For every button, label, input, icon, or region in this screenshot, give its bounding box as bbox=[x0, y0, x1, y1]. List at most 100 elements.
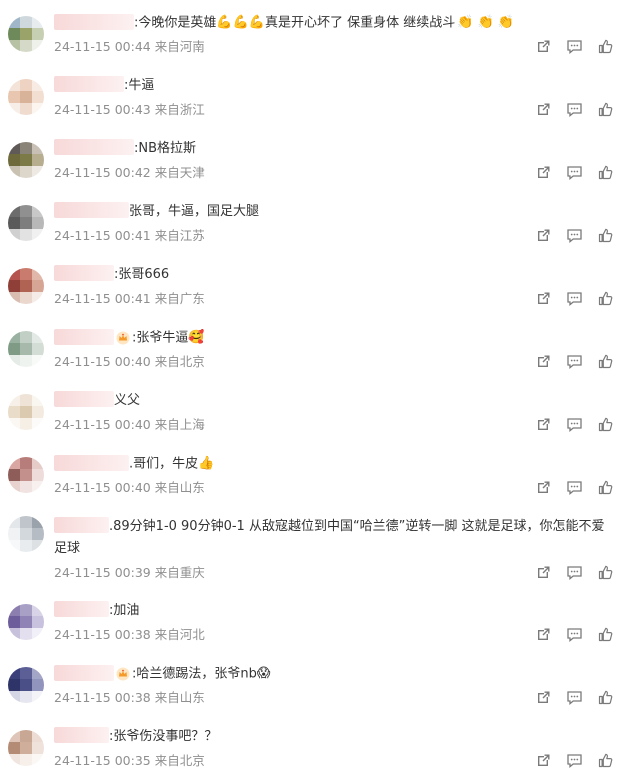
comment-meta: 24-11-15 00:40 来自北京 bbox=[54, 354, 205, 369]
avatar[interactable] bbox=[8, 79, 44, 115]
comment-text: :NB格拉斯 bbox=[54, 138, 608, 160]
comment-item: :牛逼 24-11-15 00:43 来自浙江 bbox=[0, 73, 628, 133]
comment-meta: 24-11-15 00:39 来自重庆 bbox=[54, 565, 205, 580]
username-link[interactable] bbox=[54, 265, 114, 281]
comment-text: .89分钟1-0 90分钟0-1 从敌寇越位到中国“哈兰德”逆转一脚 这就是足球… bbox=[54, 516, 608, 560]
username-link[interactable] bbox=[54, 139, 134, 155]
username-link[interactable] bbox=[54, 601, 109, 617]
like-icon[interactable] bbox=[597, 626, 614, 643]
comment-icon[interactable] bbox=[566, 290, 583, 307]
comment-icon[interactable] bbox=[566, 416, 583, 433]
like-icon[interactable] bbox=[597, 353, 614, 370]
comment-meta: 24-11-15 00:44 来自河南 bbox=[54, 39, 205, 54]
comment-text: :哈兰德踢法，张爷nb😱 bbox=[54, 663, 608, 686]
avatar[interactable] bbox=[8, 205, 44, 241]
avatar[interactable] bbox=[8, 667, 44, 703]
avatar[interactable] bbox=[8, 142, 44, 178]
like-icon[interactable] bbox=[597, 564, 614, 581]
comment-actions bbox=[535, 227, 614, 244]
avatar[interactable] bbox=[8, 730, 44, 766]
share-icon[interactable] bbox=[535, 564, 552, 581]
username-link[interactable] bbox=[54, 76, 124, 92]
share-icon[interactable] bbox=[535, 689, 552, 706]
comment-actions bbox=[535, 353, 614, 370]
share-icon[interactable] bbox=[535, 626, 552, 643]
comment-icon[interactable] bbox=[566, 479, 583, 496]
comment-meta: 24-11-15 00:38 来自河北 bbox=[54, 627, 205, 642]
username-link[interactable] bbox=[54, 391, 114, 407]
comment-icon[interactable] bbox=[566, 101, 583, 118]
comment-icon[interactable] bbox=[566, 164, 583, 181]
like-icon[interactable] bbox=[597, 290, 614, 307]
emoji: 👏 👏 👏 bbox=[457, 15, 515, 30]
comment-actions bbox=[535, 416, 614, 433]
avatar[interactable] bbox=[8, 604, 44, 640]
comment-item: .哥们，牛皮👍 24-11-15 00:40 来自山东 bbox=[0, 451, 628, 511]
share-icon[interactable] bbox=[535, 227, 552, 244]
comment-meta: 24-11-15 00:38 来自山东 bbox=[54, 690, 205, 705]
comment-text: 义父 bbox=[54, 390, 608, 412]
username-link[interactable] bbox=[54, 727, 109, 743]
avatar[interactable] bbox=[8, 394, 44, 430]
avatar[interactable] bbox=[8, 457, 44, 493]
username-link[interactable] bbox=[54, 454, 129, 471]
comment-text: :加油 bbox=[54, 600, 608, 622]
like-icon[interactable] bbox=[597, 479, 614, 496]
comment-item: :张爷伤没事吧？？ 24-11-15 00:35 来自北京 bbox=[0, 724, 628, 784]
comment-body: :牛逼 bbox=[124, 78, 155, 93]
comment-actions bbox=[535, 101, 614, 118]
share-icon[interactable] bbox=[535, 353, 552, 370]
avatar[interactable] bbox=[8, 331, 44, 367]
comment-body: :NB格拉斯 bbox=[134, 141, 197, 156]
comment-body: :今晚你是英雄 bbox=[134, 15, 217, 31]
emoji: 😱 bbox=[256, 666, 271, 681]
comment-icon[interactable] bbox=[566, 689, 583, 706]
comment-item: :今晚你是英雄💪💪💪真是开心坏了 保重身体 继续战斗 👏 👏 👏 24-11-15 … bbox=[0, 10, 628, 70]
comment-icon[interactable] bbox=[566, 752, 583, 769]
like-icon[interactable] bbox=[597, 752, 614, 769]
comment-item: :张哥666 24-11-15 00:41 来自广东 bbox=[0, 262, 628, 322]
avatar[interactable] bbox=[8, 16, 44, 52]
comment-meta: 24-11-15 00:35 来自北京 bbox=[54, 753, 205, 768]
comment-actions bbox=[535, 752, 614, 769]
like-icon[interactable] bbox=[597, 227, 614, 244]
comment-text: .哥们，牛皮👍 bbox=[54, 453, 608, 476]
like-icon[interactable] bbox=[597, 416, 614, 433]
username-link[interactable] bbox=[54, 517, 109, 533]
comment-actions bbox=[535, 479, 614, 496]
comment-meta: 24-11-15 00:40 来自上海 bbox=[54, 417, 205, 432]
comment-meta: 24-11-15 00:41 来自江苏 bbox=[54, 228, 205, 243]
emoji: 👍 bbox=[198, 456, 215, 471]
share-icon[interactable] bbox=[535, 752, 552, 769]
username-link[interactable] bbox=[54, 202, 129, 218]
share-icon[interactable] bbox=[535, 164, 552, 181]
avatar[interactable] bbox=[8, 268, 44, 304]
comment-body: :张爷牛逼 bbox=[132, 330, 189, 346]
username-link[interactable] bbox=[54, 664, 114, 681]
comment-icon[interactable] bbox=[566, 626, 583, 643]
username-link[interactable] bbox=[54, 328, 114, 345]
share-icon[interactable] bbox=[535, 416, 552, 433]
like-icon[interactable] bbox=[597, 689, 614, 706]
like-icon[interactable] bbox=[597, 38, 614, 55]
vip-crown-icon bbox=[116, 331, 130, 345]
like-icon[interactable] bbox=[597, 164, 614, 181]
comment-body: 义父 bbox=[114, 393, 141, 408]
share-icon[interactable] bbox=[535, 101, 552, 118]
comment-icon[interactable] bbox=[566, 227, 583, 244]
share-icon[interactable] bbox=[535, 479, 552, 496]
comment-text: :张爷伤没事吧？？ bbox=[54, 726, 608, 748]
comment-icon[interactable] bbox=[566, 38, 583, 55]
comment-actions bbox=[535, 164, 614, 181]
comment-actions bbox=[535, 626, 614, 643]
comment-icon[interactable] bbox=[566, 564, 583, 581]
share-icon[interactable] bbox=[535, 38, 552, 55]
comment-item: :哈兰德踢法，张爷nb😱 24-11-15 00:38 来自山东 bbox=[0, 661, 628, 721]
comment-icon[interactable] bbox=[566, 353, 583, 370]
username-link[interactable] bbox=[54, 13, 134, 30]
avatar[interactable] bbox=[8, 516, 44, 552]
share-icon[interactable] bbox=[535, 290, 552, 307]
like-icon[interactable] bbox=[597, 101, 614, 118]
comment-text: :张哥666 bbox=[54, 264, 608, 286]
comment-body: 张哥，牛逼，国足大腿 bbox=[129, 204, 260, 219]
